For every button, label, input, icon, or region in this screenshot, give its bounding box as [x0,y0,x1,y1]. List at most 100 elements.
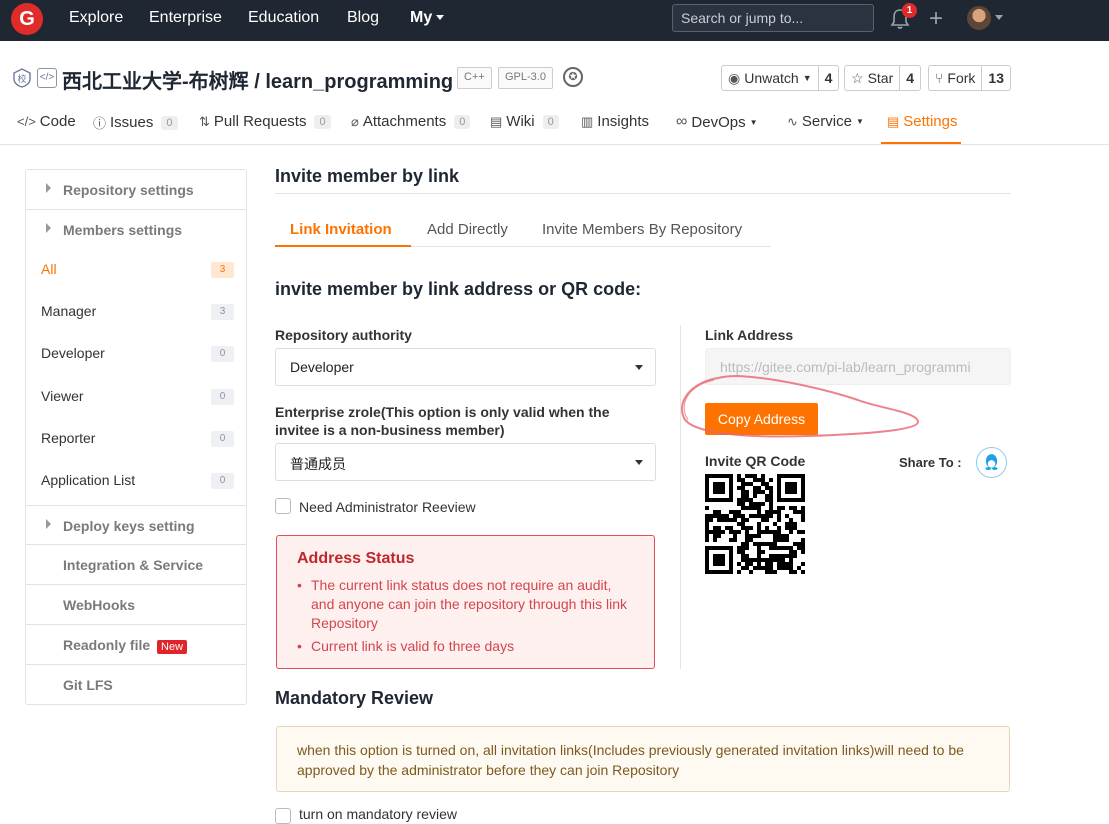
nav-enterprise[interactable]: Enterprise [149,9,222,27]
sidebar-item-label: Deploy keys setting [63,518,195,534]
sidebar-item-label: Application List [41,472,136,488]
chevron-down-icon: ▼ [855,117,864,126]
count-badge: 3 [211,262,234,278]
chevron-down-icon[interactable] [995,15,1003,20]
sidebar-item-deploy-keys[interactable]: Deploy keys setting [26,505,246,545]
tab-count: 0 [314,114,331,129]
tab-label: DevOps [691,113,746,131]
tab-add-directly[interactable]: Add Directly [427,221,508,238]
divider [275,193,1011,194]
star-label: Star [867,70,894,86]
tab-wiki[interactable]: ▤ Wiki 0 [490,113,559,130]
mandatory-review-notice: when this option is turned on, all invit… [276,726,1010,792]
tab-label: Insights [597,113,649,130]
nav-blog[interactable]: Blog [347,9,379,27]
mandatory-review-label[interactable]: turn on mandatory review [299,806,457,822]
sidebar-item-reporter[interactable]: Reporter 0 [26,417,246,459]
enterprise-role-select[interactable]: 普通成员 [275,443,656,481]
tab-count: 0 [454,114,471,129]
sidebar-item-application-list[interactable]: Application List 0 [26,459,246,501]
unwatch-label: Unwatch [744,70,799,86]
nav-explore[interactable]: Explore [69,9,123,27]
tab-label: Pull Requests [213,113,307,130]
tab-settings[interactable]: ▤ Settings [887,113,958,130]
top-navbar: G Explore Enterprise Education Blog My S… [0,0,1109,41]
tab-issues[interactable]: ⓘ Issues 0 [93,113,178,132]
mandatory-review-checkbox[interactable] [275,808,291,824]
sidebar-item-repository-settings[interactable]: Repository settings [26,170,246,210]
repo-title[interactable]: 西北工业大学-布树辉 / learn_programming [62,65,453,94]
list-item: The current link status does not require… [297,576,637,633]
infinity-icon: ∞ [676,113,688,130]
divider [0,144,1109,145]
fork-button[interactable]: ⑂ Fork [929,66,981,90]
sidebar-item-git-lfs[interactable]: Git LFS [26,665,246,705]
sidebar-item-viewer[interactable]: Viewer 0 [26,375,246,417]
fork-count[interactable]: 13 [981,66,1010,90]
authority-select[interactable]: Developer [275,348,656,386]
sidebar-item-label: Repository settings [63,182,194,198]
sidebar-item-developer[interactable]: Developer 0 [26,332,246,374]
award-icon[interactable]: ✪ [563,67,583,87]
page-title: Invite member by link [275,166,460,186]
count-badge: 3 [211,304,234,320]
qq-share-icon[interactable] [976,447,1007,478]
tab-label: Settings [903,113,958,130]
tab-label: Attachments [362,113,447,130]
new-badge: New [157,640,188,654]
tab-service[interactable]: ∿ Service ▼ [787,113,864,130]
tab-invite-by-repository[interactable]: Invite Members By Repository [542,221,742,238]
list-item: Current link is valid fo three days [297,637,637,656]
language-tag[interactable]: C++ [457,67,492,89]
sidebar-item-all[interactable]: All 3 [26,248,246,290]
settings-sidebar: Repository settings Members settings All… [25,169,247,705]
tab-insights[interactable]: ▥ Insights [581,113,649,130]
paperclip-icon: ⌀ [351,113,359,129]
sidebar-item-label: Viewer [41,388,84,404]
sidebar-item-members-settings[interactable]: Members settings [26,210,246,250]
tab-label: Wiki [506,113,535,130]
admin-review-checkbox[interactable] [275,498,291,514]
mandatory-review-title: Mandatory Review [275,688,434,708]
sidebar-item-label: Members settings [63,222,183,238]
star-count[interactable]: 4 [899,66,920,90]
authority-label: Repository authority [275,327,412,343]
tab-code[interactable]: </> Code [17,113,76,130]
tab-pull-requests[interactable]: ⇅ Pull Requests 0 [199,113,331,130]
nav-education[interactable]: Education [248,9,319,27]
chevron-down-icon: ▼ [749,117,758,127]
avatar[interactable] [967,6,991,30]
chevron-down-icon: ▼ [802,73,812,83]
tab-devops[interactable]: ∞ DevOps ▼ [676,113,758,131]
sidebar-item-label: Reporter [41,430,96,446]
star-button[interactable]: ☆ Star [845,66,899,90]
sidebar-item-label: Manager [41,303,97,319]
sidebar-item-manager[interactable]: Manager 3 [26,290,246,332]
sidebar-item-label: Readonly file [63,637,151,653]
enterprise-role-label: Enterprise zrole(This option is only val… [275,404,610,438]
license-tag[interactable]: GPL-3.0 [498,67,553,89]
code-repo-icon: </> [37,68,57,88]
fork-button-group: ⑂ Fork 13 [928,65,1011,91]
address-status-box: Address Status The current link status d… [276,535,655,669]
search-input[interactable]: Search or jump to... [672,4,874,32]
sidebar-item-readonly-file[interactable]: Readonly file New [26,625,246,665]
gitee-logo[interactable]: G [11,3,43,35]
unwatch-button[interactable]: ◉ Unwatch ▼ [722,66,818,90]
sidebar-item-webhooks[interactable]: WebHooks [26,585,246,625]
tab-label: Code [39,113,76,130]
tab-link-invitation[interactable]: Link Invitation [290,221,392,238]
bar-chart-icon: ▥ [581,113,594,129]
nav-my-dropdown[interactable]: My [410,9,444,27]
plus-icon[interactable]: + [929,7,943,31]
watch-count[interactable]: 4 [817,66,839,90]
status-title: Address Status [297,550,415,567]
tab-attachments[interactable]: ⌀ Attachments 0 [351,113,471,130]
fork-icon: ⑂ [935,70,944,86]
sidebar-item-integration[interactable]: Integration & Service [26,545,246,585]
share-to-label: Share To : [899,455,962,470]
qr-code-image [705,474,805,574]
sidebar-item-label: Developer [41,345,105,361]
admin-review-label[interactable]: Need Administrator Reeview [299,499,476,515]
settings-doc-icon: ▤ [887,113,900,129]
